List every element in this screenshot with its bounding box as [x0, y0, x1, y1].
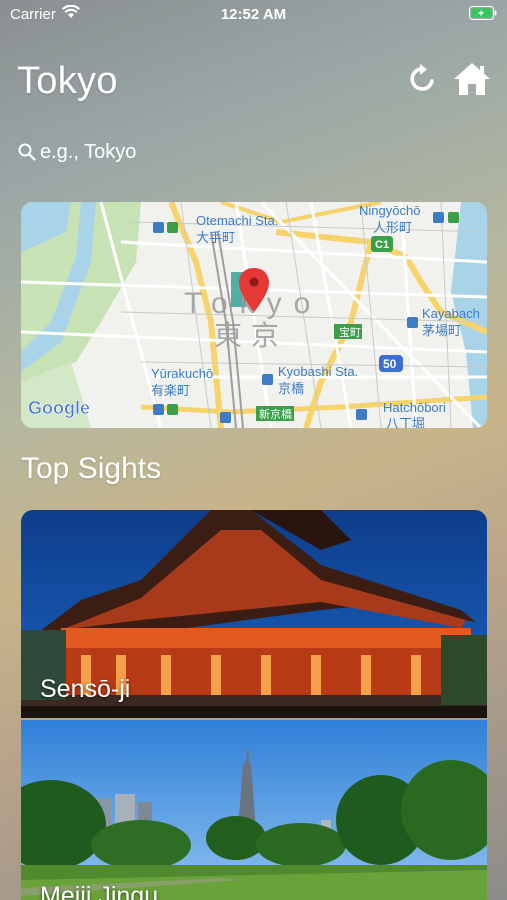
- sight-image-meiji-jingu: [21, 720, 487, 900]
- map-route-c1: C1: [375, 239, 389, 251]
- map-label-takaracho: 宝町: [339, 325, 361, 339]
- sight-name-sensoji: Sensō-ji: [40, 675, 131, 703]
- search-bar[interactable]: e.g., Tokyo: [14, 133, 493, 171]
- map-city-label-jp: 東 京: [214, 319, 279, 352]
- refresh-icon[interactable]: [406, 62, 440, 96]
- map-label-kyobashi-jp: 京橋: [278, 381, 304, 396]
- map-label-otemachi: Otemachi Sta.: [196, 213, 278, 228]
- map-label-otemachi-jp: 大手町: [196, 230, 235, 245]
- map-label-hatchobori: Hatchōbori: [383, 400, 446, 415]
- sight-card-sensoji[interactable]: Sensō-ji: [21, 510, 487, 718]
- map-label-yurakucho: Yūrakuchō: [151, 366, 213, 381]
- map-label-shinkyobashi: 新京橋: [259, 407, 292, 421]
- battery-icon: [469, 6, 497, 20]
- map-label-ningyocho-jp: 人形町: [373, 220, 412, 235]
- map-label-kyobashi: Kyobashi Sta.: [278, 364, 358, 379]
- home-icon[interactable]: [452, 60, 492, 98]
- sight-card-meiji-jingu[interactable]: Meiji Jingu: [21, 720, 487, 900]
- map-canvas[interactable]: Otemachi Sta. 大手町 Ningyōchō 人形町 Kayabach…: [21, 202, 487, 428]
- map-label-ningyocho: Ningyōchō: [359, 203, 420, 218]
- google-logo: Google: [28, 398, 90, 418]
- sight-name-meiji-jingu: Meiji Jingu: [40, 882, 159, 900]
- search-input[interactable]: e.g., Tokyo: [40, 141, 136, 164]
- map-label-kayabacho-jp: 茅場町: [422, 323, 461, 338]
- map-route-50: 50: [383, 357, 397, 371]
- clock: 12:52 AM: [220, 6, 287, 23]
- search-icon: [18, 143, 36, 161]
- map-view[interactable]: Otemachi Sta. 大手町 Ningyōchō 人形町 Kayabach…: [21, 202, 487, 428]
- page-title: Tokyo: [17, 60, 118, 102]
- map-label-hatchobori-jp: 八丁堀: [386, 416, 425, 428]
- section-title-top-sights: Top Sights: [21, 452, 162, 485]
- status-bar: Carrier 12:52 AM: [0, 0, 507, 28]
- map-label-yurakucho-jp: 有楽町: [151, 383, 190, 398]
- map-label-kayabacho: Kayabach: [422, 306, 480, 321]
